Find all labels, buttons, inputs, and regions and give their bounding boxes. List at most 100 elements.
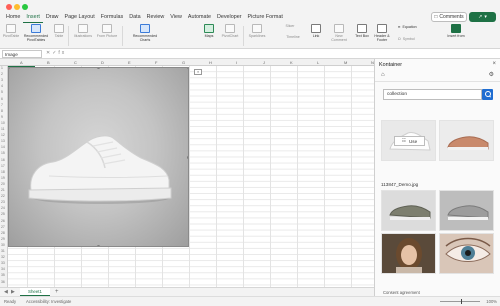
home-icon[interactable]: ⌂ <box>381 72 385 78</box>
tab-formulas[interactable]: Formulas <box>98 13 126 23</box>
row-header[interactable]: 32 <box>1 255 5 259</box>
row-header[interactable]: 27 <box>1 225 5 229</box>
resize-handle[interactable] <box>187 68 188 69</box>
result-thumbnail[interactable] <box>439 120 494 161</box>
tab-draw[interactable]: Draw <box>43 13 62 23</box>
row-header[interactable]: 3 <box>1 78 3 82</box>
share-button[interactable]: ↗ ▾ <box>469 12 496 22</box>
row-header[interactable]: 34 <box>1 267 5 271</box>
tab-insert[interactable]: Insert <box>23 13 43 23</box>
row-header[interactable]: 19 <box>1 176 5 180</box>
text-box-button[interactable]: Text Box <box>355 24 369 38</box>
row-header[interactable]: 18 <box>1 170 5 174</box>
recommended-charts-button[interactable]: Recommended Charts <box>130 24 160 42</box>
maps-button[interactable]: Maps <box>201 24 217 38</box>
column-header[interactable]: E <box>128 60 131 65</box>
row-header[interactable]: 5 <box>1 90 3 94</box>
result-thumbnail[interactable] <box>439 190 494 231</box>
table-button[interactable]: Table <box>52 24 66 38</box>
inserted-image[interactable] <box>8 67 189 247</box>
illustrations-button[interactable]: Illustrations <box>72 24 94 38</box>
consent-agreement-link[interactable]: Consent agreement <box>383 290 420 295</box>
row-header[interactable]: 25 <box>1 212 5 216</box>
recommended-pivot-button[interactable]: Recommended PivotTables <box>22 24 50 42</box>
use-button[interactable]: ☷ Use <box>394 136 425 146</box>
tab-automate[interactable]: Automate <box>185 13 214 23</box>
tab-review[interactable]: Review <box>144 13 168 23</box>
timeline-button[interactable]: Timeline <box>282 35 304 39</box>
prev-sheet-icon[interactable]: ◀ <box>4 289 8 295</box>
slicer-button[interactable]: Slicer <box>282 24 298 28</box>
result-thumbnail[interactable] <box>381 233 436 274</box>
tab-home[interactable]: Home <box>3 13 23 23</box>
row-header[interactable]: 13 <box>1 139 5 143</box>
comments-button[interactable]: □ Comments <box>431 12 467 22</box>
row-header[interactable]: 21 <box>1 188 5 192</box>
pivot-table-button[interactable]: PivotTable <box>2 24 20 38</box>
row-header[interactable]: 14 <box>1 145 5 149</box>
row-header[interactable]: 17 <box>1 164 5 168</box>
from-picture-button[interactable]: From Picture <box>96 24 118 38</box>
row-header[interactable]: 29 <box>1 237 5 241</box>
result-thumbnail[interactable] <box>439 233 494 274</box>
row-header[interactable]: 8 <box>1 109 3 113</box>
column-header[interactable]: M <box>344 60 347 65</box>
column-header[interactable]: D <box>101 60 104 65</box>
result-thumbnail[interactable]: ☷ Use <box>381 120 436 161</box>
gear-icon[interactable]: ⚙ <box>489 71 494 78</box>
tab-picture-format[interactable]: Picture Format <box>245 13 286 23</box>
tab-developer[interactable]: Developer <box>214 13 245 23</box>
row-header[interactable]: 2 <box>1 72 3 76</box>
zoom-slider-knob[interactable] <box>461 299 462 304</box>
row-header[interactable]: 4 <box>1 84 3 88</box>
symbol-button[interactable]: Ω Symbol <box>398 37 428 41</box>
row-header[interactable]: 1 <box>1 66 3 70</box>
search-icon[interactable] <box>482 89 493 100</box>
tab-page-layout[interactable]: Page Layout <box>61 13 97 23</box>
column-header[interactable]: I <box>236 60 237 65</box>
row-header[interactable]: 12 <box>1 133 5 137</box>
equation-button[interactable]: π Equation <box>398 25 428 29</box>
minimize-window-button[interactable] <box>14 4 20 10</box>
close-icon[interactable]: × <box>492 61 496 67</box>
header-footer-button[interactable]: Header & Footer <box>372 24 392 42</box>
search-input[interactable]: collection <box>383 89 482 100</box>
column-header[interactable]: C <box>74 60 77 65</box>
zoom-level[interactable]: 100% <box>486 299 497 304</box>
row-header[interactable]: 24 <box>1 206 5 210</box>
tab-view[interactable]: View <box>167 13 185 23</box>
column-header[interactable]: H <box>209 60 212 65</box>
close-window-button[interactable] <box>6 4 12 10</box>
resize-handle[interactable] <box>97 245 100 246</box>
resize-handle[interactable] <box>187 156 188 159</box>
row-header[interactable]: 15 <box>1 151 5 155</box>
row-header[interactable]: 35 <box>1 273 5 277</box>
accessibility-status[interactable]: Accessibility: Investigate <box>26 299 71 304</box>
insert-from-kontainer-button[interactable]: Insert from <box>446 24 466 38</box>
row-header[interactable]: 6 <box>1 97 3 101</box>
row-header[interactable]: 36 <box>1 280 5 284</box>
tab-data[interactable]: Data <box>126 13 143 23</box>
pivot-chart-button[interactable]: PivotChart <box>219 24 241 38</box>
result-thumbnail[interactable] <box>381 190 436 231</box>
row-header[interactable]: 33 <box>1 261 5 265</box>
row-header[interactable]: 16 <box>1 158 5 162</box>
column-header[interactable]: F <box>155 60 157 65</box>
link-button[interactable]: Link <box>309 24 323 38</box>
layout-options-icon[interactable]: ≡ <box>194 69 202 75</box>
sparklines-button[interactable]: Sparklines <box>246 24 268 38</box>
maximize-window-button[interactable] <box>22 4 28 10</box>
column-header[interactable]: A <box>20 60 23 65</box>
row-header[interactable]: 10 <box>1 121 5 125</box>
name-box[interactable]: Image <box>2 50 42 58</box>
row-header[interactable]: 20 <box>1 182 5 186</box>
row-header[interactable]: 11 <box>1 127 5 131</box>
add-sheet-icon[interactable]: + <box>55 289 59 295</box>
row-header[interactable]: 22 <box>1 194 5 198</box>
row-header[interactable]: 28 <box>1 231 5 235</box>
new-comment-button[interactable]: New Comment <box>330 24 348 42</box>
column-header[interactable]: J <box>263 60 265 65</box>
row-header[interactable]: 23 <box>1 200 5 204</box>
row-header[interactable]: 9 <box>1 115 3 119</box>
column-header[interactable]: L <box>317 60 319 65</box>
